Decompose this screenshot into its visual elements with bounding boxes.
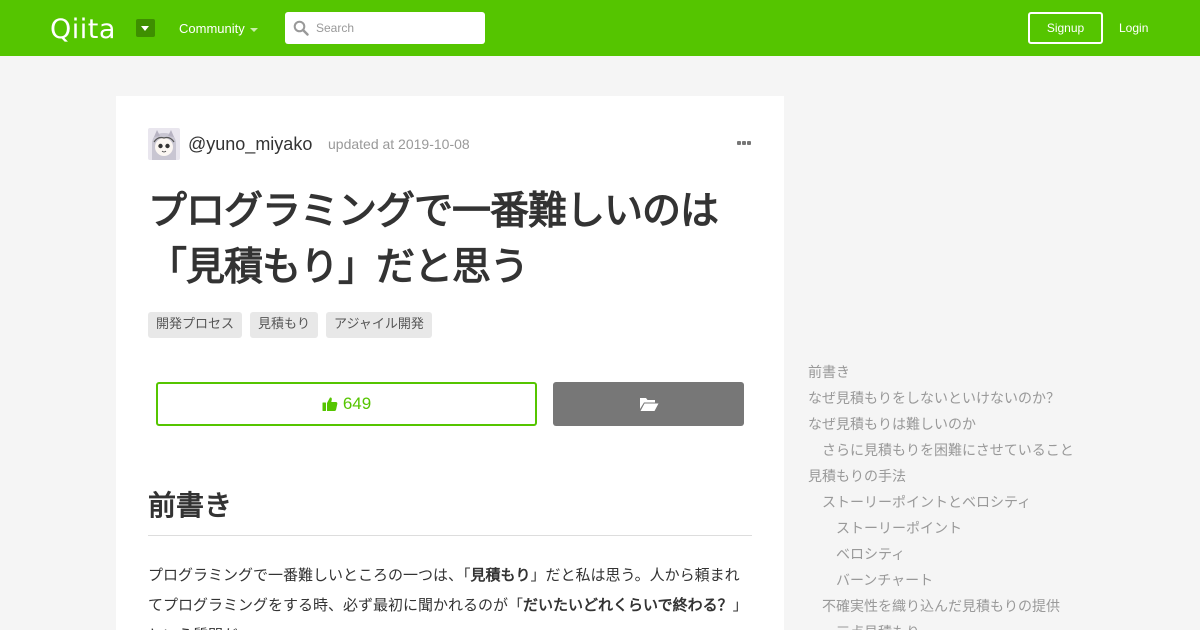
like-count: 649	[342, 394, 372, 413]
article-title: プログラミングで一番難しいのは「見積もり」だと思う	[148, 189, 719, 290]
updated-date: updated at 2019-10-08	[328, 136, 470, 152]
tag-link[interactable]: 開発プロセス	[148, 312, 243, 338]
heading-divider	[148, 535, 752, 536]
avatar-icon	[148, 128, 180, 160]
author-avatar[interactable]	[148, 128, 180, 160]
toc-item[interactable]: なぜ見積もりは難しいのか	[808, 412, 1168, 438]
community-caret-icon[interactable]	[250, 28, 258, 32]
svg-text:Qiita: Qiita	[50, 14, 116, 43]
author-name[interactable]: @yuno_miyako	[188, 133, 312, 155]
toc-item[interactable]: ストーリーポイントとベロシティ	[808, 490, 1168, 516]
toc-item[interactable]: 見積もりの手法	[808, 464, 1168, 490]
paragraph-text: プログラミングで一番難しいところの一つは、「	[148, 566, 471, 584]
toc-item[interactable]: ベロシティ	[808, 542, 1168, 568]
signup-button[interactable]: Signup	[1028, 12, 1103, 44]
toc-item[interactable]: バーンチャート	[808, 568, 1168, 594]
toc-item[interactable]: 三点見積もり	[808, 620, 1168, 630]
more-options-icon[interactable]	[736, 140, 752, 146]
logo-dropdown-button[interactable]	[136, 19, 155, 37]
login-link[interactable]: Login	[1119, 20, 1148, 36]
toc-item[interactable]: ストーリーポイント	[808, 516, 1168, 542]
section-heading: 前書き	[148, 489, 233, 522]
paragraph-bold: 見積もり	[470, 566, 531, 584]
global-header: Qiita Community Signup Login	[0, 0, 1200, 56]
search-input[interactable]	[316, 12, 476, 44]
like-button[interactable]: 649	[156, 382, 537, 426]
tag-list: 開発プロセス 見積もり アジャイル開発	[148, 312, 432, 338]
folder-open-icon	[639, 398, 658, 411]
qiita-logo-icon: Qiita	[50, 14, 116, 43]
tag-link[interactable]: 見積もり	[250, 312, 319, 338]
search-icon	[293, 20, 309, 36]
paragraph-bold: だいたいどれくらいで終わる？	[523, 596, 733, 614]
qiita-logo[interactable]: Qiita	[50, 13, 126, 43]
toc-item[interactable]: 前書き	[808, 360, 1168, 386]
toc-item[interactable]: なぜ見積もりをしないといけないのか？	[808, 386, 1168, 412]
table-of-contents: 前書き なぜ見積もりをしないといけないのか？ なぜ見積もりは難しいのか さらに見…	[808, 360, 1168, 630]
community-menu[interactable]: Community	[179, 21, 245, 37]
tag-link[interactable]: アジャイル開発	[326, 312, 432, 338]
article-paragraph: プログラミングで一番難しいところの一つは、「見積もり」だと私は思う。人から頼まれ…	[148, 560, 752, 630]
toc-item[interactable]: 不確実性を織り込んだ見積もりの提供	[808, 594, 1168, 620]
toc-item[interactable]: さらに見積もりを困難にさせていること	[808, 438, 1168, 464]
stock-button[interactable]	[553, 382, 744, 426]
search-box[interactable]	[285, 12, 485, 44]
thumbs-up-icon	[322, 397, 338, 411]
article-card: @yuno_miyako updated at 2019-10-08 プログラミ…	[116, 96, 784, 630]
